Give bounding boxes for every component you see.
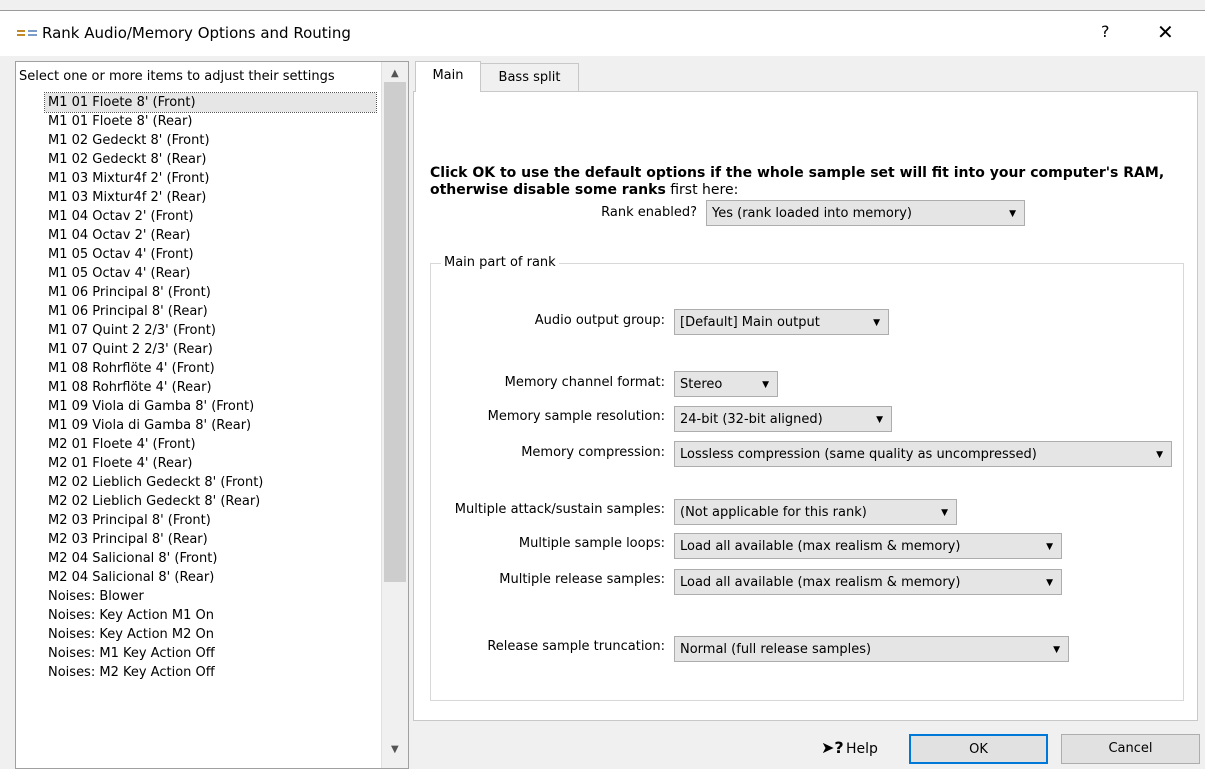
list-item[interactable]: M1 07 Quint 2 2/3' (Front) [45, 321, 378, 340]
release-sample-truncation-value: Normal (full release samples) [680, 642, 872, 657]
list-item[interactable]: Noises: Blower [45, 587, 378, 606]
list-item[interactable]: Noises: M2 Key Action Off [45, 663, 378, 682]
list-item[interactable]: M1 06 Principal 8' (Rear) [45, 302, 378, 321]
multiple-release-samples-select[interactable]: Load all available (max realism & memory… [674, 569, 1062, 595]
pointer-help-icon: ➤? [821, 738, 844, 757]
rank-enabled-value: Yes (rank loaded into memory) [712, 206, 912, 221]
memory-compression-value: Lossless compression (same quality as un… [680, 447, 1037, 462]
rank-list: M1 01 Floete 8' (Front) M1 01 Floete 8' (… [44, 92, 378, 682]
chevron-down-icon: ▼ [941, 508, 948, 518]
list-item[interactable]: M2 01 Floete 4' (Front) [45, 435, 378, 454]
list-item[interactable]: M1 01 Floete 8' (Front) [44, 92, 377, 113]
list-header: Select one or more items to adjust their… [19, 69, 335, 84]
memory-sample-resolution-value: 24-bit (32-bit aligned) [680, 412, 823, 427]
release-sample-truncation-select[interactable]: Normal (full release samples) ▼ [674, 636, 1069, 662]
audio-output-group-value: [Default] Main output [680, 315, 820, 330]
chevron-down-icon: ▼ [1156, 450, 1163, 460]
help-button-label: Help [846, 741, 878, 757]
multiple-attack-sustain-value: (Not applicable for this rank) [680, 505, 867, 520]
multiple-attack-sustain-label: Multiple attack/sustain samples: [454, 502, 665, 517]
multiple-attack-sustain-select[interactable]: (Not applicable for this rank) ▼ [674, 499, 957, 525]
tab-main[interactable]: Main [415, 61, 481, 92]
memory-channel-format-label: Memory channel format: [504, 375, 665, 390]
multiple-release-samples-value: Load all available (max realism & memory… [680, 575, 961, 590]
chevron-down-icon: ▼ [1046, 542, 1053, 552]
memory-sample-resolution-select[interactable]: 24-bit (32-bit aligned) ▼ [674, 406, 892, 432]
chevron-down-icon: ▼ [1046, 578, 1053, 588]
multiple-sample-loops-select[interactable]: Load all available (max realism & memory… [674, 533, 1062, 559]
multiple-release-samples-label: Multiple release samples: [499, 572, 665, 587]
list-item[interactable]: M1 04 Octav 2' (Front) [45, 207, 378, 226]
organ-app-icon [17, 28, 37, 40]
ok-button[interactable]: OK [909, 734, 1048, 764]
chevron-down-icon: ▼ [1053, 645, 1060, 655]
list-item[interactable]: Noises: Key Action M2 On [45, 625, 378, 644]
multiple-sample-loops-value: Load all available (max realism & memory… [680, 539, 961, 554]
intro-bold-text: Click OK to use the default options if t… [430, 165, 1165, 198]
list-item[interactable]: M1 05 Octav 4' (Rear) [45, 264, 378, 283]
help-question-button[interactable]: ? [1101, 22, 1110, 41]
scroll-down-arrow-icon[interactable]: ▼ [391, 744, 399, 755]
memory-channel-format-value: Stereo [680, 377, 723, 392]
memory-channel-format-select[interactable]: Stereo ▼ [674, 371, 778, 397]
multiple-sample-loops-label: Multiple sample loops: [518, 536, 665, 551]
list-item[interactable]: M2 04 Salicional 8' (Rear) [45, 568, 378, 587]
list-item[interactable]: M1 02 Gedeckt 8' (Rear) [45, 150, 378, 169]
close-button[interactable]: ✕ [1157, 20, 1174, 44]
release-sample-truncation-label: Release sample truncation: [487, 639, 665, 654]
list-item[interactable]: Noises: M1 Key Action Off [45, 644, 378, 663]
help-button[interactable]: ➤? Help [821, 738, 881, 760]
list-item[interactable]: M2 03 Principal 8' (Front) [45, 511, 378, 530]
list-item[interactable]: M1 03 Mixtur4f 2' (Rear) [45, 188, 378, 207]
title-bar: Rank Audio/Memory Options and Routing ? … [0, 10, 1205, 56]
tab-bass-split[interactable]: Bass split [480, 63, 579, 92]
list-item[interactable]: M1 03 Mixtur4f 2' (Front) [45, 169, 378, 188]
audio-output-group-select[interactable]: [Default] Main output ▼ [674, 309, 889, 335]
list-item[interactable]: M1 06 Principal 8' (Front) [45, 283, 378, 302]
chevron-down-icon: ▼ [876, 415, 883, 425]
list-item[interactable]: M1 07 Quint 2 2/3' (Rear) [45, 340, 378, 359]
memory-sample-resolution-label: Memory sample resolution: [487, 409, 665, 424]
list-item[interactable]: M2 01 Floete 4' (Rear) [45, 454, 378, 473]
list-item[interactable]: M1 09 Viola di Gamba 8' (Front) [45, 397, 378, 416]
memory-compression-label: Memory compression: [521, 445, 665, 460]
list-item[interactable]: M1 08 Rohrflöte 4' (Front) [45, 359, 378, 378]
scroll-thumb[interactable] [384, 82, 406, 582]
list-item[interactable]: M2 04 Salicional 8' (Front) [45, 549, 378, 568]
group-legend: Main part of rank [441, 255, 559, 270]
list-item[interactable]: M1 04 Octav 2' (Rear) [45, 226, 378, 245]
list-item[interactable]: M1 01 Floete 8' (Rear) [45, 112, 378, 131]
list-item[interactable]: M1 08 Rohrflöte 4' (Rear) [45, 378, 378, 397]
audio-output-group-label: Audio output group: [534, 313, 665, 328]
list-item[interactable]: M2 02 Lieblich Gedeckt 8' (Front) [45, 473, 378, 492]
scroll-up-arrow-icon[interactable]: ▲ [391, 68, 399, 79]
main-part-groupbox: Main part of rank Audio output group: [D… [430, 255, 1184, 701]
chevron-down-icon: ▼ [1009, 209, 1016, 219]
list-item[interactable]: M2 02 Lieblich Gedeckt 8' (Rear) [45, 492, 378, 511]
rank-enabled-label: Rank enabled? [601, 205, 697, 220]
rank-listbox[interactable]: Select one or more items to adjust their… [15, 61, 409, 769]
list-item[interactable]: M1 02 Gedeckt 8' (Front) [45, 131, 378, 150]
rank-enabled-select[interactable]: Yes (rank loaded into memory) ▼ [706, 200, 1025, 226]
cancel-button[interactable]: Cancel [1061, 734, 1200, 764]
intro-normal-text: first here: [665, 182, 739, 198]
memory-compression-select[interactable]: Lossless compression (same quality as un… [674, 441, 1172, 467]
intro-text: Click OK to use the default options if t… [430, 165, 1190, 199]
list-item[interactable]: Noises: Key Action M1 On [45, 606, 378, 625]
list-item[interactable]: M1 05 Octav 4' (Front) [45, 245, 378, 264]
chevron-down-icon: ▼ [762, 380, 769, 390]
list-item[interactable]: M2 03 Principal 8' (Rear) [45, 530, 378, 549]
window-title: Rank Audio/Memory Options and Routing [42, 24, 351, 42]
list-item[interactable]: M1 09 Viola di Gamba 8' (Rear) [45, 416, 378, 435]
list-scrollbar[interactable]: ▲ ▼ [381, 62, 408, 768]
chevron-down-icon: ▼ [873, 318, 880, 328]
main-tab-panel: Click OK to use the default options if t… [413, 91, 1198, 721]
